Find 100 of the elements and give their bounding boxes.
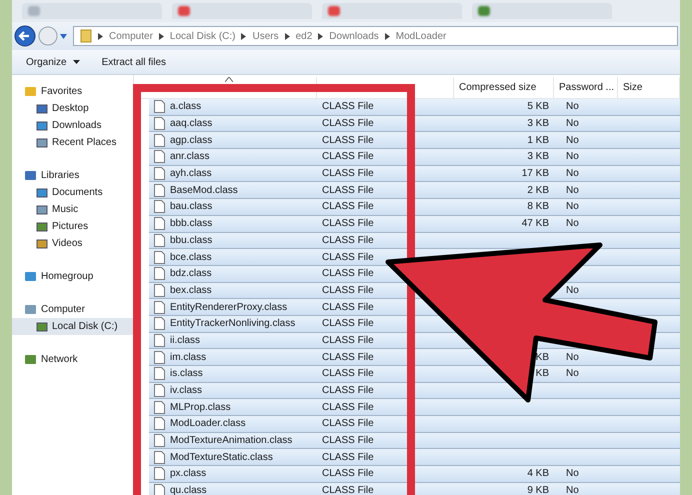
breadcrumb[interactable]: Downloads	[329, 30, 379, 42]
file-row[interactable]: iv.class CLASS File	[149, 382, 680, 400]
folder-icon	[36, 204, 48, 216]
compressed-size: 1 KB	[527, 134, 549, 146]
password-status: No	[566, 284, 579, 296]
dropdown-icon[interactable]	[60, 34, 67, 38]
sidebar-item[interactable]: Videos	[12, 235, 133, 252]
file-type: CLASS File	[322, 318, 374, 330]
column-header[interactable]: Size	[618, 77, 680, 98]
file-row[interactable]: aaq.class CLASS File 3 KB No	[149, 116, 680, 132]
file-icon	[154, 450, 165, 464]
breadcrumb[interactable]: ModLoader	[396, 30, 446, 42]
browser-tab[interactable]	[172, 3, 312, 19]
sidebar-item[interactable]: Downloads	[12, 117, 133, 134]
sidebar-item[interactable]: Favorites	[12, 83, 133, 100]
file-icon	[154, 100, 165, 114]
group-icon	[24, 303, 37, 316]
password-status: No	[566, 468, 579, 480]
password-status: No	[566, 118, 579, 130]
file-icon	[154, 134, 165, 147]
toolbar-button[interactable]: Extract all files	[96, 54, 172, 70]
sidebar-item[interactable]: Pictures	[12, 218, 133, 235]
file-icon	[154, 434, 165, 448]
file-name: im.class	[170, 352, 206, 363]
file-name: a.class	[170, 101, 202, 112]
file-icon	[154, 117, 165, 130]
sidebar-item[interactable]: Homegroup	[12, 268, 133, 285]
file-row[interactable]: ModTextureAnimation.class CLASS File	[149, 432, 680, 450]
file-name: ModLoader.class	[170, 418, 246, 430]
browser-tab[interactable]	[472, 3, 612, 19]
file-row[interactable]: ModLoader.class CLASS File	[149, 416, 680, 433]
file-row[interactable]: ModTextureStatic.class CLASS File	[149, 449, 680, 466]
file-row[interactable]: bbb.class CLASS File 47 KB No	[149, 216, 680, 232]
file-row[interactable]: a.class CLASS File 5 KB No	[149, 99, 680, 116]
password-status: No	[566, 101, 579, 112]
file-name: bau.class	[170, 201, 212, 212]
sidebar-item[interactable]: Network	[12, 351, 133, 368]
sidebar-item[interactable]: Computer	[12, 301, 133, 318]
folder-icon	[36, 220, 48, 232]
sidebar-item[interactable]: Recent Places	[12, 134, 133, 151]
breadcrumb[interactable]: Users	[252, 30, 279, 42]
file-icon	[154, 184, 165, 197]
address-field[interactable]: Computer Local Disk (C:) Users ed2 Downloads ModLoader	[73, 26, 678, 46]
file-row[interactable]: BaseMod.class CLASS File 2 KB No	[149, 182, 680, 200]
file-type: CLASS File	[322, 435, 374, 446]
breadcrumb[interactable]: Local Disk (C:)	[170, 30, 236, 42]
file-name: aaq.class	[170, 118, 212, 130]
file-name: px.class	[170, 468, 206, 480]
sidebar-item[interactable]: Local Disk (C:)	[12, 318, 133, 335]
browser-tab[interactable]	[322, 3, 462, 19]
file-name: bbu.class	[170, 234, 212, 246]
sidebar-item[interactable]: Documents	[12, 184, 133, 201]
chevron-icon	[318, 32, 324, 40]
sidebar-item[interactable]: Desktop	[12, 100, 133, 117]
file-row[interactable]: is.class CLASS File KB No	[149, 366, 680, 383]
toolbar-button[interactable]: Organize	[20, 54, 86, 70]
folder-icon	[36, 186, 48, 198]
file-type: CLASS File	[322, 352, 374, 363]
folder-icon	[80, 29, 92, 43]
column-header[interactable]: Compressed size	[454, 77, 554, 98]
file-type: CLASS File	[322, 418, 374, 430]
compressed-size: 3 KB	[527, 151, 549, 162]
file-row[interactable]: ayh.class CLASS File 17 KB No	[149, 166, 680, 182]
file-icon	[154, 467, 165, 480]
tab-icon	[478, 6, 490, 16]
back-icon[interactable]	[14, 25, 36, 47]
file-icon	[154, 367, 165, 380]
password-status: No	[566, 201, 579, 212]
file-row[interactable]: MLProp.class CLASS File	[149, 399, 680, 416]
sidebar-item[interactable]: Music	[12, 201, 133, 218]
file-row[interactable]: bau.class CLASS File 8 KB No	[149, 199, 680, 216]
file-type: CLASS File	[322, 302, 374, 313]
folder-icon	[36, 102, 48, 114]
password-status: No	[566, 168, 579, 180]
file-type: CLASS File	[322, 284, 374, 296]
breadcrumb[interactable]: ed2	[296, 30, 312, 42]
folder-icon	[36, 238, 48, 250]
file-row[interactable]: anr.class CLASS File 3 KB No	[149, 149, 680, 166]
chevron-icon	[158, 32, 164, 40]
compressed-size: KB	[536, 368, 549, 380]
file-row[interactable]: agp.class CLASS File 1 KB No	[149, 132, 680, 150]
file-row[interactable]: qu.class CLASS File 9 KB No	[149, 482, 680, 495]
column-header[interactable]: Password ...	[554, 77, 618, 98]
breadcrumb[interactable]: Computer	[109, 30, 153, 42]
chevron-icon	[98, 32, 103, 40]
file-icon	[154, 150, 165, 164]
file-icon	[154, 250, 165, 264]
file-type: CLASS File	[322, 452, 374, 463]
compressed-size: KB	[536, 352, 549, 363]
tab-icon	[178, 6, 190, 16]
file-type: CLASS File	[322, 468, 374, 480]
password-status: No	[566, 368, 579, 380]
password-status: No	[566, 485, 579, 495]
folder-icon	[36, 320, 48, 332]
file-name: ModTextureStatic.class	[170, 452, 273, 463]
browser-tab[interactable]	[22, 3, 162, 19]
sidebar-item[interactable]: Libraries	[12, 167, 133, 184]
group-icon	[24, 353, 37, 366]
file-row[interactable]: px.class CLASS File 4 KB No	[149, 466, 680, 483]
file-type: CLASS File	[322, 201, 374, 212]
